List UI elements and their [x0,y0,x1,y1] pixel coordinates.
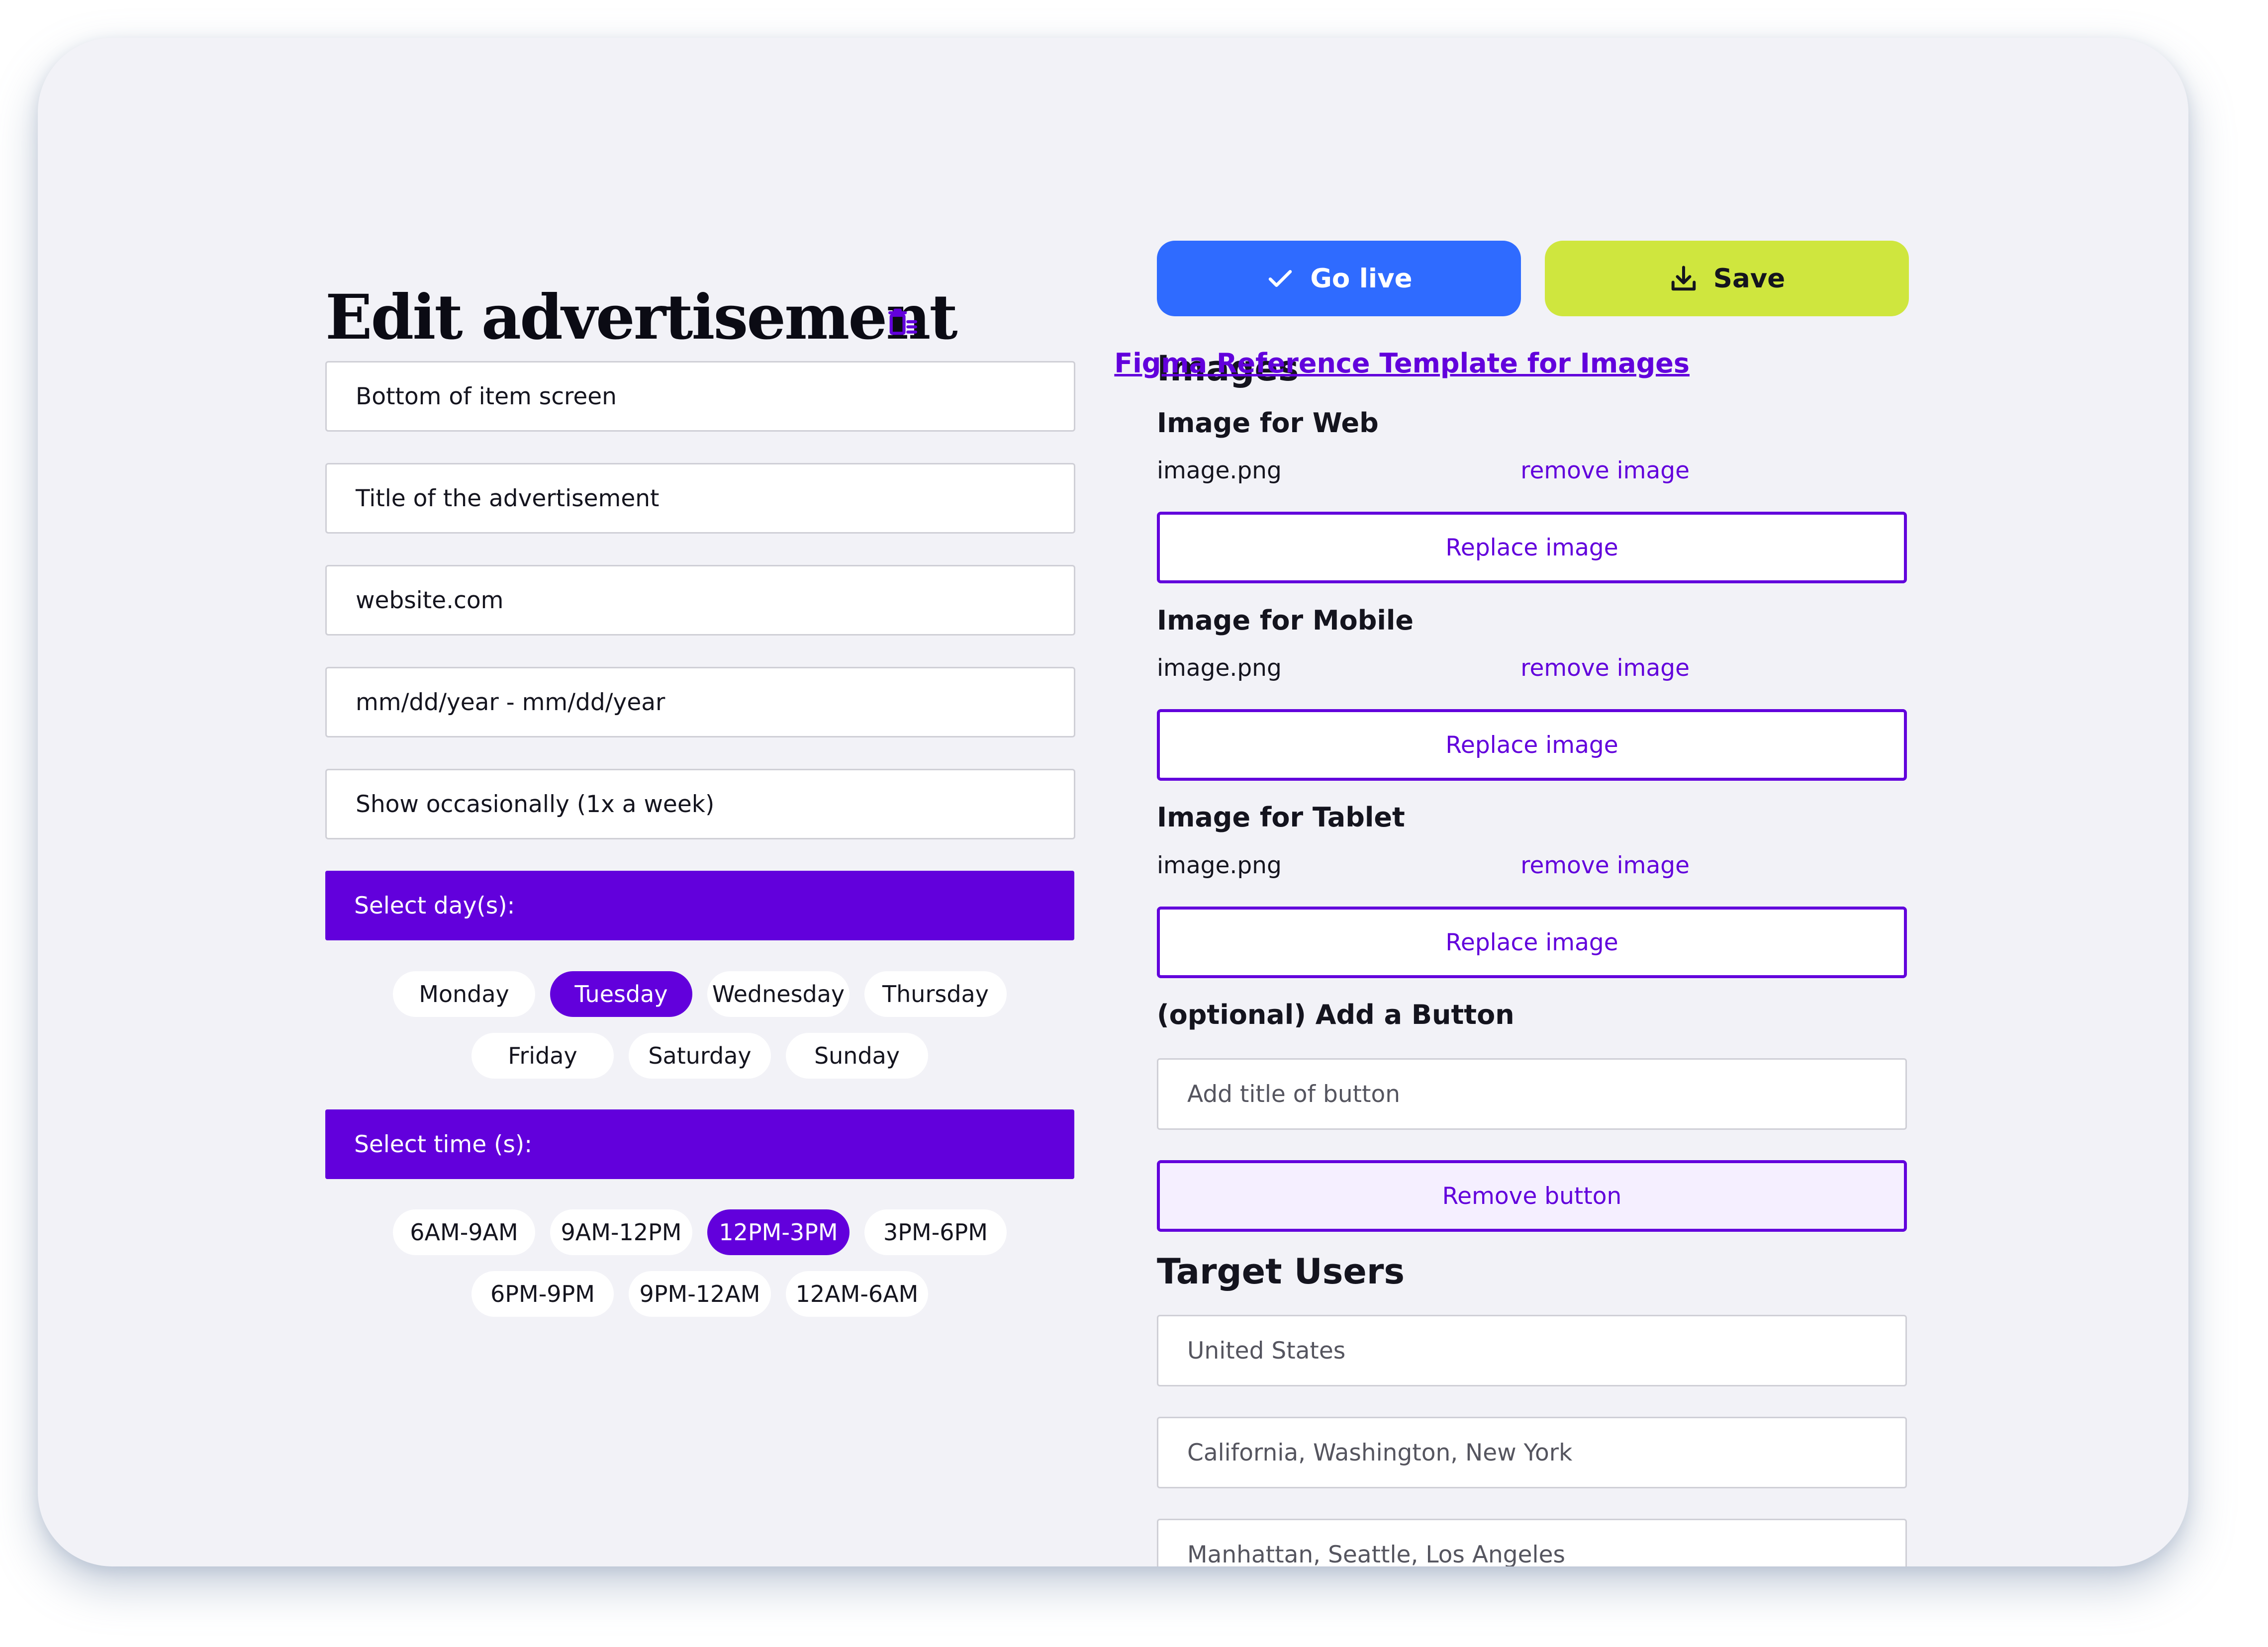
frequency-value: Show occasionally (1x a week) [356,790,715,818]
placement-value: Bottom of item screen [356,382,617,410]
image-mobile-heading: Image for Mobile [1157,605,1414,636]
day-pill-thursday[interactable]: Thursday [864,971,1007,1017]
select-time-label: Select time (s): [354,1130,533,1158]
go-live-label: Go live [1310,263,1413,294]
image-web-replace-button[interactable]: Replace image [1157,512,1907,583]
button-title-field[interactable] [1157,1058,1907,1130]
figma-reference-link[interactable]: Figma Reference Template for Images [1114,346,1690,381]
select-days-label: Select day(s): [354,892,515,919]
edit-advertisement-panel: Edit advertisement Bottom of item screen… [38,38,2188,1566]
time-pill-9pm-12am[interactable]: 9PM-12AM [629,1271,771,1317]
country-value: United States [1187,1337,1346,1365]
go-live-button[interactable]: Go live [1157,241,1521,316]
image-tablet-heading: Image for Tablet [1157,802,1405,833]
page-title: Edit advertisement [325,281,958,354]
button-title-input[interactable] [1187,1080,1905,1108]
states-value: California, Washington, New York [1187,1439,1573,1466]
image-mobile-filename: image.png [1157,654,1282,682]
day-pill-saturday[interactable]: Saturday [629,1033,771,1079]
target-users-heading: Target Users [1157,1251,1405,1292]
website-value: website.com [356,586,504,614]
image-web-remove-link[interactable]: remove image [1520,456,1690,486]
day-pill-wednesday[interactable]: Wednesday [707,971,850,1017]
delete-icon[interactable] [887,306,918,337]
image-tablet-replace-button[interactable]: Replace image [1157,907,1907,978]
cities-field[interactable]: Manhattan, Seattle, Los Angeles [1157,1519,1907,1566]
placement-field[interactable]: Bottom of item screen [325,361,1075,432]
select-days-bar[interactable]: Select day(s): [325,871,1074,940]
time-picker: 6AM-9AM 9AM-12PM 12PM-3PM 3PM-6PM 6PM-9P… [325,1209,1074,1333]
frequency-field[interactable]: Show occasionally (1x a week) [325,769,1075,839]
remove-button-button[interactable]: Remove button [1157,1160,1907,1232]
select-time-bar[interactable]: Select time (s): [325,1109,1074,1179]
check-icon [1269,270,1292,287]
image-tablet-filename: image.png [1157,852,1282,879]
website-field[interactable]: website.com [325,565,1075,636]
time-pill-6am-9am[interactable]: 6AM-9AM [393,1209,535,1255]
save-label: Save [1713,263,1786,294]
time-pill-3pm-6pm[interactable]: 3PM-6PM [864,1209,1007,1255]
day-pill-monday[interactable]: Monday [393,971,535,1017]
time-pill-9am-12pm[interactable]: 9AM-12PM [550,1209,692,1255]
add-button-heading: (optional) Add a Button [1157,999,1514,1030]
ad-title-value: Title of the advertisement [356,484,660,512]
day-pill-tuesday[interactable]: Tuesday [550,971,692,1017]
states-field[interactable]: California, Washington, New York [1157,1417,1907,1488]
image-mobile-remove-link[interactable]: remove image [1520,653,1690,683]
download-icon [1671,266,1696,291]
date-range-value: mm/dd/year - mm/dd/year [356,688,665,716]
save-button[interactable]: Save [1545,241,1909,316]
image-mobile-replace-button[interactable]: Replace image [1157,709,1907,781]
date-range-field[interactable]: mm/dd/year - mm/dd/year [325,667,1075,737]
country-field[interactable]: United States [1157,1315,1907,1386]
cities-value: Manhattan, Seattle, Los Angeles [1187,1541,1566,1567]
time-pill-12pm-3pm[interactable]: 12PM-3PM [707,1209,850,1255]
image-web-heading: Image for Web [1157,407,1379,439]
image-tablet-remove-link[interactable]: remove image [1520,851,1690,881]
day-picker: Monday Tuesday Wednesday Thursday Friday… [325,971,1074,1095]
day-pill-sunday[interactable]: Sunday [786,1033,928,1079]
ad-title-field[interactable]: Title of the advertisement [325,463,1075,534]
time-pill-6pm-9pm[interactable]: 6PM-9PM [472,1271,614,1317]
image-web-filename: image.png [1157,457,1282,484]
time-pill-12am-6am[interactable]: 12AM-6AM [786,1271,928,1317]
day-pill-friday[interactable]: Friday [472,1033,614,1079]
